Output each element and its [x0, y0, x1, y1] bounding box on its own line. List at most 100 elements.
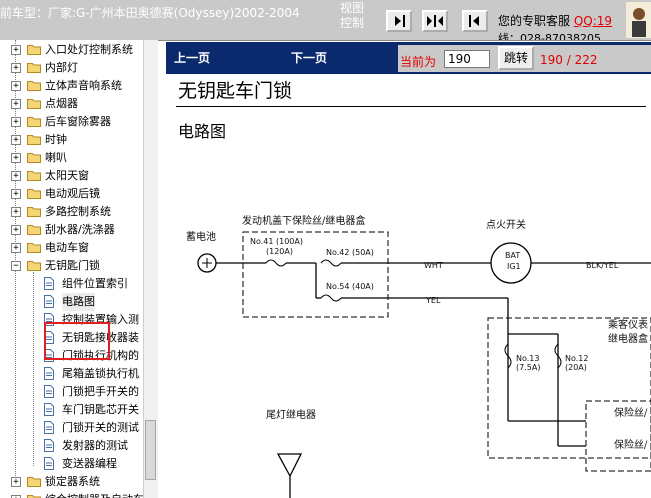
- expand-toggle-icon[interactable]: +: [11, 99, 21, 109]
- fuse-42-label: No.42 (50A): [326, 248, 374, 257]
- ignition-label: 点火开关: [486, 218, 526, 231]
- fuse-42-symbol: [320, 259, 342, 267]
- expand-toggle-icon[interactable]: +: [11, 171, 21, 181]
- tree-item-label: 喇叭: [45, 151, 67, 164]
- bat-label: BAT: [505, 251, 520, 260]
- circuit-diagram: 蓄电池 发动机盖下保险丝/继电器盒 No.41 (100A) (120A) No…: [186, 214, 651, 498]
- phone-text: 线：028-87038205: [498, 32, 601, 41]
- fuse-box-label: 发动机盖下保险丝/继电器盒: [242, 214, 365, 227]
- tree-item-label: 太阳天窗: [45, 169, 89, 182]
- tree-item-label: 电动车窗: [45, 241, 89, 254]
- folder-icon: [27, 117, 41, 127]
- page-jump-panel: 当前为 跳转 190 / 222: [398, 45, 651, 72]
- fuse-13-label-1: No.13: [516, 354, 539, 363]
- folder-icon: [27, 261, 41, 271]
- expand-toggle-icon[interactable]: −: [11, 261, 21, 271]
- scrollbar-thumb[interactable]: [145, 420, 156, 480]
- expand-toggle-icon[interactable]: +: [11, 189, 21, 199]
- tree-item-label: 多路控制系统: [45, 205, 111, 218]
- tree-item-label: 时钟: [45, 133, 67, 146]
- document-icon: [44, 403, 54, 416]
- arrow-left-bar-icon: [469, 15, 479, 27]
- document-icon: [44, 439, 54, 452]
- split-arrows-icon: [427, 15, 443, 27]
- expand-left-button[interactable]: [462, 10, 488, 32]
- expand-toggle-icon[interactable]: +: [11, 117, 21, 127]
- folder-icon: [27, 207, 41, 217]
- expand-toggle-icon[interactable]: +: [11, 135, 21, 145]
- tree-item-label: 后车窗除雾器: [45, 115, 111, 128]
- document-icon: [44, 367, 54, 380]
- folder-icon: [27, 171, 41, 181]
- folder-icon: [27, 225, 41, 235]
- passenger-box-label-1: 乘客仪表: [608, 318, 648, 331]
- fuse-13-label-2: (7.5A): [516, 363, 540, 372]
- battery-label: 蓄电池: [186, 230, 216, 243]
- wire-blkyel-label: BLK/YEL: [586, 261, 619, 270]
- fuse-12-label-2: (20A): [565, 363, 587, 372]
- expand-toggle-icon[interactable]: +: [11, 207, 21, 217]
- expand-toggle-icon[interactable]: +: [11, 477, 21, 487]
- customer-service: 您的专职客服 QQ:19: [498, 14, 613, 28]
- document-icon: [44, 385, 54, 398]
- view-control-label[interactable]: 视图 控制: [340, 1, 364, 31]
- relay-symbol: [276, 453, 303, 478]
- document-view: 无钥匙车门锁 电路图 蓄电池 发动机盖下保险丝/继电器盒 No.41 (100A…: [166, 76, 651, 498]
- fuse-label-2: 保险丝/: [614, 438, 648, 451]
- pager-bar: 上一页 下一页 当前为 跳转 190 / 222: [166, 42, 651, 74]
- tree-item-label: 综合控制器及自动车窗: [45, 491, 155, 498]
- vehicle-title: 前车型：厂家:G-广州本田奥德赛(Odyssey)2002-2004: [0, 6, 300, 20]
- folder-icon: [27, 495, 41, 498]
- wire-yel-label: YEL: [425, 296, 441, 305]
- folder-icon: [27, 477, 41, 487]
- fuse-41-label-2: (120A): [266, 247, 293, 256]
- page-number-input[interactable]: [444, 50, 490, 68]
- expand-toggle-icon[interactable]: +: [11, 225, 21, 235]
- folder-icon: [27, 63, 41, 73]
- page-total: 190 / 222: [540, 53, 598, 67]
- tree-item-label: 立体声音响系统: [45, 79, 122, 92]
- next-page-link[interactable]: 下一页: [291, 49, 327, 66]
- tree-item-label: 变送器编程: [62, 457, 117, 470]
- expand-toggle-icon[interactable]: +: [11, 153, 21, 163]
- expand-toggle-icon[interactable]: +: [11, 45, 21, 55]
- tree-item-label: 入口处灯控制系统: [45, 43, 133, 56]
- expand-toggle-icon[interactable]: +: [11, 81, 21, 91]
- tree-item-label: 尾箱盖锁执行机: [62, 367, 139, 380]
- tree-item-label: 电动观后镜: [45, 187, 100, 200]
- folder-icon: [27, 153, 41, 163]
- category-tree: + 入口处灯控制系统 + 内部灯 + 立体声音响系统 + 点烟器 + 后车窗除雾器 + 时钟 + 喇叭 + 太…: [0, 40, 158, 498]
- fuse-41-label-1: No.41 (100A): [250, 237, 303, 246]
- tree-item-label: 车门钥匙芯开关: [62, 403, 139, 416]
- folder-icon: [27, 81, 41, 91]
- prev-page-link[interactable]: 上一页: [174, 49, 210, 66]
- expand-toggle-icon[interactable]: +: [11, 243, 21, 253]
- highlight-box: [44, 322, 110, 360]
- folder-icon: [27, 99, 41, 109]
- tree-item-label: 电路图: [62, 293, 95, 311]
- document-icon: [44, 421, 54, 434]
- service-avatar: [626, 2, 651, 38]
- fuse-54-label: No.54 (40A): [326, 282, 374, 291]
- arrow-right-bar-icon: [395, 15, 405, 27]
- passenger-box-label-2: 继电器盒: [608, 332, 648, 345]
- taillight-relay-label: 尾灯继电器: [266, 408, 316, 421]
- tree-item-label: 组件位置索引: [62, 277, 128, 290]
- expand-right-button[interactable]: [386, 10, 412, 32]
- folder-icon: [27, 45, 41, 55]
- expand-toggle-icon[interactable]: +: [11, 63, 21, 73]
- jump-button[interactable]: 跳转: [498, 46, 534, 70]
- tree-item-label: 锁定器系统: [45, 475, 100, 488]
- qq-link[interactable]: QQ:19: [574, 14, 612, 28]
- current-page-label: 当前为: [400, 55, 437, 69]
- folder-icon: [27, 189, 41, 199]
- tree-item-label: 发射器的测试: [62, 439, 128, 452]
- person-icon: [632, 8, 646, 37]
- tree-scrollbar[interactable]: [143, 40, 158, 498]
- fuse-label-1: 保险丝/: [614, 406, 648, 419]
- tree-item-label: 点烟器: [45, 97, 78, 110]
- tree-item-label: 门锁开关的测试: [62, 421, 139, 434]
- top-toolbar: 前车型：厂家:G-广州本田奥德赛(Odyssey)2002-2004 视图 控制…: [0, 0, 651, 41]
- ig1-label: IG1: [507, 262, 521, 271]
- split-view-button[interactable]: [422, 10, 448, 32]
